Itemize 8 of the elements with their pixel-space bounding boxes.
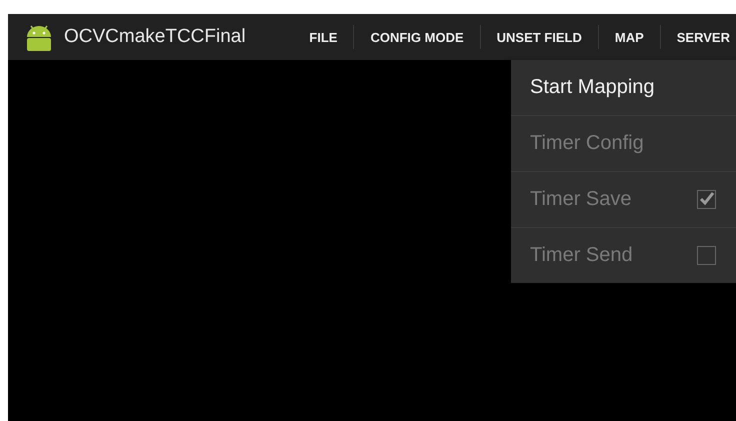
menu-action[interactable]: SERVER (660, 14, 736, 60)
menu-item[interactable]: Start Mapping (511, 60, 736, 115)
menu-action[interactable]: MAP (598, 14, 660, 60)
menu-action[interactable]: UNSET FIELD (480, 14, 598, 60)
menu-action[interactable]: FILE (293, 14, 354, 60)
android-icon (24, 23, 54, 51)
app-title: OCVCmakeTCCFinal (64, 26, 247, 48)
menu-action[interactable]: CONFIG MODE (354, 14, 480, 60)
